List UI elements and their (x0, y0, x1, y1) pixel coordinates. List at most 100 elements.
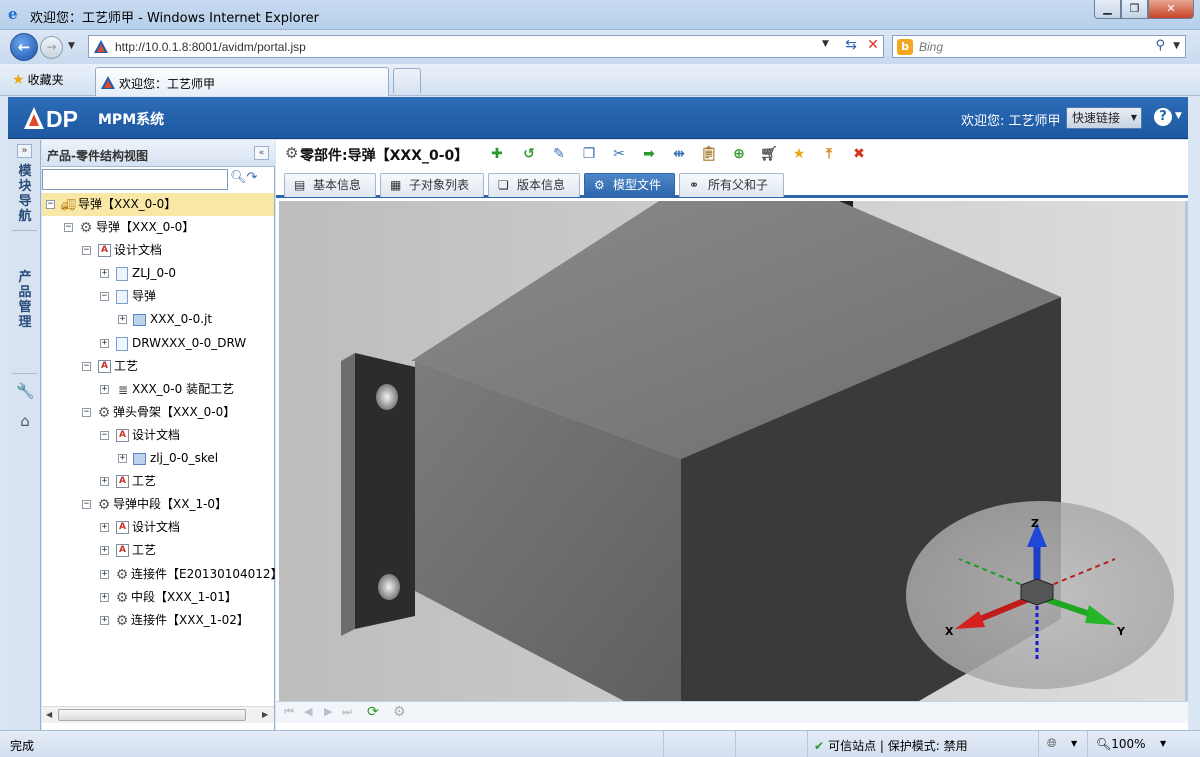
collapse-toggle-icon[interactable]: − (82, 500, 91, 510)
collapse-toggle-icon[interactable]: − (82, 407, 91, 417)
security-zone[interactable]: ✔ 可信站点 | 保护模式: 禁用 (814, 737, 968, 754)
search-box[interactable]: b ⚲ ▼ (892, 35, 1186, 58)
tree-node[interactable]: − ⚙ 导弹【XXX_0-0】 (42, 216, 274, 239)
tab-version-info[interactable]: ❏ 版本信息 (488, 173, 580, 197)
help-icon[interactable]: ? (1154, 108, 1172, 126)
expand-toggle-icon[interactable]: + (100, 523, 109, 533)
tab-parents-children[interactable]: ⚭ 所有父和子 (679, 173, 784, 197)
zoom-dropdown-icon[interactable]: ▼ (1160, 739, 1166, 748)
collapse-toggle-icon[interactable]: − (46, 200, 55, 209)
undo-icon[interactable]: ↺ (520, 145, 538, 163)
tab-child-list[interactable]: ▦ 子对象列表 (380, 173, 484, 197)
tree-search-icon[interactable]: 🔍︎↷ (230, 170, 257, 185)
search-dropdown-icon[interactable]: ▼ (1173, 41, 1180, 51)
tree-node[interactable]: − A 设计文档 (42, 239, 274, 262)
expand-rail-button[interactable]: » (17, 144, 32, 158)
tree-node[interactable]: + ⚙ 连接件【E20130104012】 (42, 563, 283, 586)
tree-node[interactable]: − ⚙ 弹头骨架【XXX_0-0】 (42, 401, 274, 424)
expand-toggle-icon[interactable]: + (100, 569, 109, 579)
expand-toggle-icon[interactable]: + (100, 384, 109, 394)
collapse-toggle-icon[interactable]: − (82, 361, 91, 371)
refresh-icon[interactable]: ⇆ (842, 37, 860, 53)
expand-toggle-icon[interactable]: + (118, 315, 127, 325)
favorites-button[interactable]: ★ 收藏夹 (12, 71, 64, 88)
add-icon[interactable]: ✚ (488, 145, 506, 163)
collapse-toggle-icon[interactable]: − (100, 292, 109, 302)
expand-toggle-icon[interactable]: + (100, 546, 109, 556)
product-mgmt-label[interactable]: 产品管理 (17, 270, 33, 330)
wrench-icon[interactable]: 🔧 (16, 382, 35, 400)
tree-node[interactable]: + A 设计文档 (42, 516, 274, 539)
expand-toggle-icon[interactable]: + (100, 615, 109, 625)
expand-toggle-icon[interactable]: + (100, 477, 109, 487)
first-page-icon[interactable]: ⏮ (284, 705, 294, 719)
maximize-button[interactable]: ❐ (1121, 0, 1148, 19)
last-page-icon[interactable]: ⏭ (342, 705, 352, 719)
scroll-right-icon[interactable]: ▶ (262, 710, 268, 719)
tree-node[interactable]: + ⚙ 连接件【XXX_1-02】 (42, 609, 274, 632)
paste-icon[interactable]: 📋︎ (700, 145, 718, 163)
tab-basic-info[interactable]: ▤ 基本信息 (284, 173, 376, 197)
close-window-button[interactable]: ✕ (1148, 0, 1194, 19)
expand-toggle-icon[interactable]: + (100, 269, 109, 279)
collapse-panel-button[interactable]: « (254, 146, 269, 160)
refresh-icon[interactable]: ⟳ (367, 704, 379, 720)
tree-node[interactable]: − 导弹 (42, 285, 274, 308)
url-text[interactable]: http://10.0.1.8:8001/avidm/portal.jsp (115, 40, 306, 54)
quick-links-dropdown[interactable]: 快速链接 ▼ (1066, 107, 1142, 129)
forward-button[interactable]: → (40, 36, 63, 59)
axis-triad[interactable]: X Y Z (906, 501, 1174, 689)
tree-node[interactable]: + XXX_0-0.jt (42, 308, 274, 331)
collapse-toggle-icon[interactable]: − (64, 223, 73, 233)
copy-icon[interactable]: ❐ (580, 145, 598, 163)
plus-circle-icon[interactable]: ⊕ (730, 145, 748, 163)
privacy-icon[interactable]: 🌐︎ (1047, 736, 1057, 751)
tab-model-file[interactable]: ⚙ 模型文件 (584, 173, 675, 197)
collapse-toggle-icon[interactable]: − (82, 246, 91, 256)
tree-node[interactable]: + DRWXXX_0-0_DRW (42, 332, 274, 355)
module-nav-label[interactable]: 模块导航 (17, 164, 33, 224)
collapse-toggle-icon[interactable]: − (100, 430, 109, 440)
export-icon[interactable]: ⤒ (820, 145, 838, 163)
tree-node[interactable]: − A 设计文档 (42, 424, 274, 447)
tree-node[interactable]: − A 工艺 (42, 355, 274, 378)
expand-toggle-icon[interactable]: + (118, 454, 127, 464)
privacy-dropdown-icon[interactable]: ▼ (1071, 739, 1077, 748)
zoom-level[interactable]: 🔍︎100% (1096, 737, 1146, 751)
stop-icon[interactable]: ✕ (865, 37, 881, 53)
move-icon[interactable]: ➡ (640, 145, 658, 163)
tree-horizontal-scrollbar[interactable]: ◀ ▶ (42, 706, 274, 723)
history-dropdown-icon[interactable]: ▼ (68, 41, 75, 51)
browser-tab[interactable]: 欢迎您：工艺师甲 (95, 67, 389, 96)
scroll-thumb[interactable] (58, 709, 246, 721)
model-canvas[interactable]: X Y Z (279, 201, 1185, 701)
tree-node[interactable]: + ≣ XXX_0-0 装配工艺 (42, 378, 274, 401)
tree-node[interactable]: + zlj_0-0_skel (42, 447, 274, 470)
settings-gear-icon[interactable]: ⚙ (393, 704, 406, 720)
edit-icon[interactable]: ✎ (550, 145, 568, 163)
home-icon[interactable]: ⌂ (16, 412, 34, 430)
help-dropdown-icon[interactable]: ▼ (1175, 111, 1182, 121)
new-tab-button[interactable] (393, 68, 421, 93)
tree-node[interactable]: + A 工艺 (42, 539, 274, 562)
expand-toggle-icon[interactable]: + (100, 592, 109, 602)
prev-page-icon[interactable]: ◀ (304, 705, 312, 718)
cut-icon[interactable]: ✂ (610, 145, 628, 163)
compare-icon[interactable]: ⇹ (670, 145, 688, 163)
back-button[interactable]: ← (10, 33, 38, 61)
expand-toggle-icon[interactable]: + (100, 338, 109, 348)
tree-node[interactable]: + ⚙ 中段【XXX_1-01】 (42, 586, 274, 609)
favorite-star-icon[interactable]: ★ (790, 145, 808, 163)
search-input[interactable] (919, 38, 1139, 55)
minimize-button[interactable]: ▁ (1094, 0, 1121, 19)
delete-icon[interactable]: ✖ (850, 145, 868, 163)
search-icon[interactable]: ⚲ (1155, 38, 1165, 53)
tree-node[interactable]: + ZLJ_0-0 (42, 262, 274, 285)
next-page-icon[interactable]: ▶ (324, 705, 332, 718)
address-field[interactable]: http://10.0.1.8:8001/avidm/portal.jsp ▼ … (88, 35, 884, 58)
model-viewer[interactable]: X Y Z (279, 201, 1185, 701)
address-dropdown-icon[interactable]: ▼ (822, 39, 829, 49)
tree-node[interactable]: − 🚚︎ 导弹【XXX_0-0】 (42, 193, 274, 217)
tree-node[interactable]: + A 工艺 (42, 470, 274, 493)
tree-search-input[interactable] (42, 169, 228, 190)
